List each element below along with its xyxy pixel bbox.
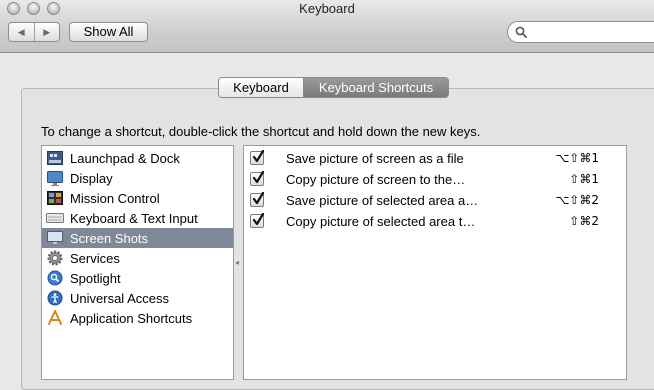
shortcut-enabled-checkbox[interactable] — [250, 213, 265, 228]
keyboard-icon — [46, 210, 64, 226]
gear-icon — [46, 250, 64, 266]
category-spotlight[interactable]: Spotlight — [42, 268, 233, 288]
title-bar: Keyboard ◀ ▶ Show All — [0, 0, 654, 53]
shortcut-row[interactable]: Copy picture of screen to the… ⇧⌘1 — [244, 169, 626, 190]
category-label: Mission Control — [70, 190, 160, 206]
category-mission-control[interactable]: Mission Control — [42, 188, 233, 208]
shortcut-keys[interactable]: ⌥⇧⌘2 — [555, 193, 599, 207]
category-keyboard-text-input[interactable]: Keyboard & Text Input — [42, 208, 233, 228]
universal-access-icon — [46, 290, 64, 306]
forward-button[interactable]: ▶ — [33, 23, 60, 41]
shortcut-row[interactable]: Copy picture of selected area t… ⇧⌘2 — [244, 211, 626, 232]
category-label: Screen Shots — [70, 230, 149, 246]
shortcut-enabled-checkbox[interactable] — [250, 192, 265, 207]
category-label: Display — [70, 170, 113, 186]
shortcut-enabled-checkbox[interactable] — [250, 150, 265, 165]
shortcut-category-list: Launchpad & Dock Display Mission Control… — [41, 145, 234, 380]
forward-arrow-icon: ▶ — [43, 26, 51, 37]
mission-control-icon — [46, 190, 64, 206]
shortcut-keys[interactable]: ⌥⇧⌘1 — [555, 151, 599, 165]
category-screen-shots[interactable]: Screen Shots — [42, 228, 233, 248]
app-store-icon — [46, 310, 64, 326]
show-all-button[interactable]: Show All — [69, 22, 148, 42]
display-icon — [46, 170, 64, 186]
checkmark-icon — [252, 192, 265, 205]
category-universal-access[interactable]: Universal Access — [42, 288, 233, 308]
launchpad-dock-icon — [46, 150, 64, 166]
spotlight-icon — [46, 270, 64, 286]
tab-bar: Keyboard Keyboard Shortcuts — [218, 77, 449, 98]
tab-keyboard[interactable]: Keyboard — [219, 78, 304, 97]
category-application-shortcuts[interactable]: Application Shortcuts — [42, 308, 233, 328]
category-display[interactable]: Display — [42, 168, 233, 188]
shortcut-list: Save picture of screen as a file ⌥⇧⌘1 Co… — [243, 145, 627, 380]
instruction-text: To change a shortcut, double-click the s… — [41, 124, 481, 139]
category-label: Spotlight — [70, 270, 121, 286]
category-label: Keyboard & Text Input — [70, 210, 198, 226]
shortcut-row[interactable]: Save picture of screen as a file ⌥⇧⌘1 — [244, 148, 626, 169]
category-label: Services — [70, 250, 120, 266]
shortcut-name: Copy picture of screen to the… — [286, 172, 466, 187]
category-launchpad-dock[interactable]: Launchpad & Dock — [42, 148, 233, 168]
back-arrow-icon: ◀ — [17, 26, 25, 37]
checkmark-icon — [252, 150, 265, 163]
shortcut-row[interactable]: Save picture of selected area a… ⌥⇧⌘2 — [244, 190, 626, 211]
window-title: Keyboard — [299, 1, 355, 16]
checkmark-icon — [252, 171, 265, 184]
history-nav: ◀ ▶ — [8, 22, 60, 42]
split-view-divider[interactable]: ◂ — [235, 258, 239, 267]
shortcut-name: Save picture of screen as a file — [286, 151, 464, 166]
search-field[interactable] — [507, 21, 654, 43]
shortcut-name: Copy picture of selected area t… — [286, 214, 476, 229]
back-button[interactable]: ◀ — [9, 23, 34, 41]
category-label: Application Shortcuts — [70, 310, 193, 326]
tab-keyboard-shortcuts[interactable]: Keyboard Shortcuts — [304, 78, 448, 97]
category-services[interactable]: Services — [42, 248, 233, 268]
checkmark-icon — [252, 213, 265, 226]
shortcut-name: Save picture of selected area a… — [286, 193, 479, 208]
search-icon — [515, 26, 527, 38]
category-label: Launchpad & Dock — [70, 150, 180, 166]
category-label: Universal Access — [70, 290, 169, 306]
shortcut-keys[interactable]: ⇧⌘2 — [569, 214, 599, 228]
screen-shots-icon — [46, 230, 64, 246]
shortcut-enabled-checkbox[interactable] — [250, 171, 265, 186]
shortcut-keys[interactable]: ⇧⌘1 — [569, 172, 599, 186]
